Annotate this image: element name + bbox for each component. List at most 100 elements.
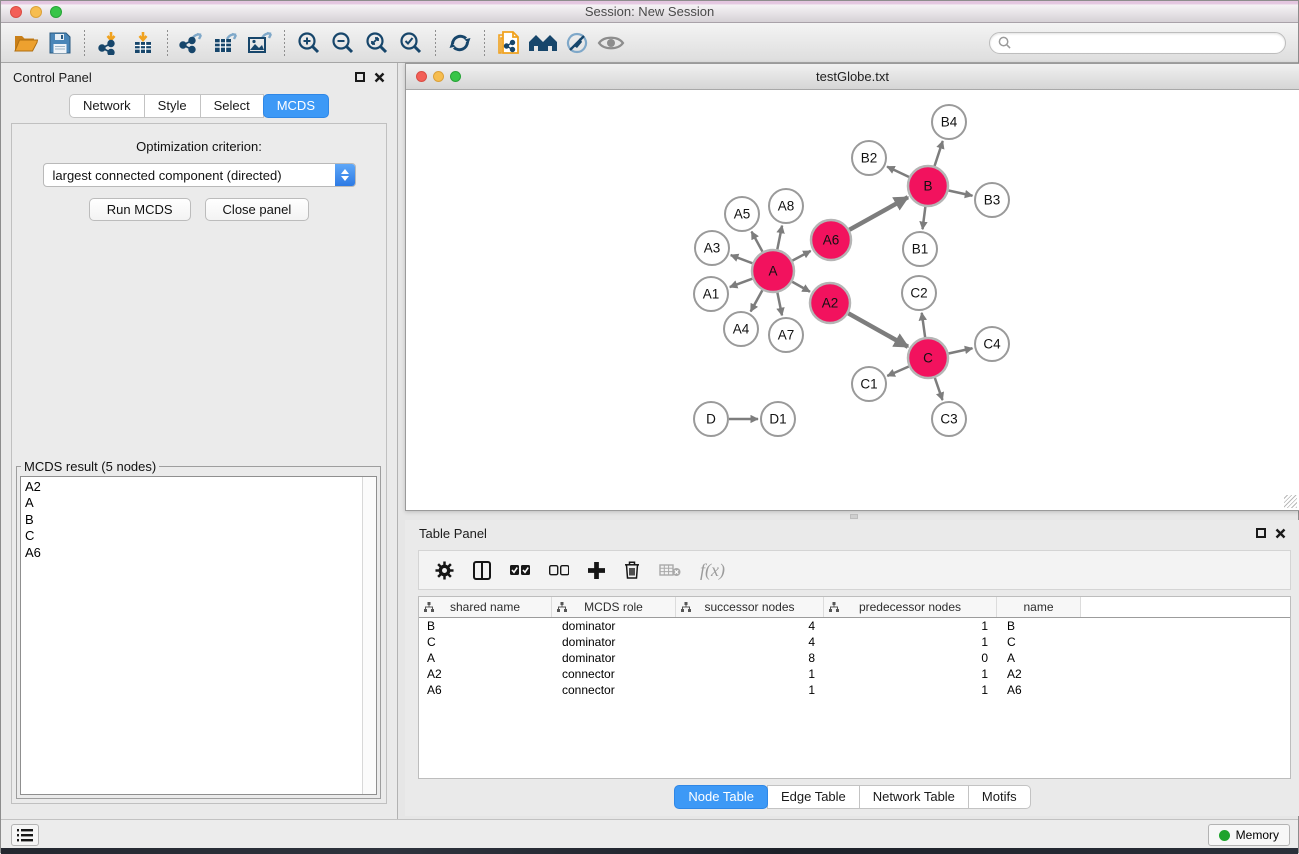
table-row[interactable]: Bdominator41B [419,618,1290,634]
graph-node[interactable]: B [908,166,948,206]
column-header-successor-nodes[interactable]: successor nodes [676,597,824,617]
graph-node[interactable]: A3 [695,231,729,265]
tab-motifs[interactable]: Motifs [968,785,1031,809]
tab-mcds[interactable]: MCDS [263,94,329,118]
graph-edge[interactable] [949,348,973,353]
split-divider-handle[interactable] [850,514,858,519]
graph-node[interactable]: A5 [725,197,759,231]
export-table-button[interactable] [209,27,243,59]
graph-node[interactable]: D1 [761,402,795,436]
graph-edge[interactable] [730,279,753,287]
export-network-button[interactable] [175,27,209,59]
deselect-all-columns-button[interactable] [549,565,569,576]
table-cell[interactable]: 1 [824,666,997,682]
mcds-result-item[interactable]: C [25,528,362,544]
float-table-panel-icon[interactable] [1256,528,1266,538]
table-row[interactable]: A2connector11A2 [419,666,1290,682]
hide-visual-mapping-button[interactable] [560,27,594,59]
table-cell[interactable]: C [997,634,1081,650]
graph-node[interactable]: A1 [694,277,728,311]
graph-node[interactable]: A2 [810,283,850,323]
graph-edge[interactable] [949,190,973,195]
table-cell[interactable]: A [419,650,552,666]
graph-node[interactable]: C1 [852,367,886,401]
graph-edge[interactable] [792,251,810,261]
graph-node[interactable]: A6 [811,220,851,260]
graph-node[interactable]: A7 [769,318,803,352]
graph-node[interactable]: B2 [852,141,886,175]
mcds-result-item[interactable]: A6 [25,545,362,561]
import-network-button[interactable] [92,27,126,59]
delete-column-button[interactable] [624,561,640,579]
delete-table-button[interactable] [659,563,681,577]
open-session-button[interactable] [9,27,43,59]
mcds-result-item[interactable]: A2 [25,479,362,495]
table-cell[interactable]: A6 [419,682,552,698]
graph-edge[interactable] [751,290,763,311]
graph-node[interactable]: A8 [769,189,803,223]
table-row[interactable]: A6connector11A6 [419,682,1290,698]
table-cell[interactable]: dominator [552,618,676,634]
function-builder-button[interactable]: f(x) [700,560,725,581]
graph-node[interactable]: C4 [975,327,1009,361]
table-settings-button[interactable] [435,561,454,580]
tab-network[interactable]: Network [69,94,145,118]
graph-edge[interactable] [848,313,908,346]
table-cell[interactable]: dominator [552,650,676,666]
mcds-result-item[interactable]: B [25,512,362,528]
graph-edge[interactable] [935,141,943,166]
tab-style[interactable]: Style [144,94,201,118]
graph-node[interactable]: D [694,402,728,436]
graph-node[interactable]: C3 [932,402,966,436]
table-cell[interactable]: 1 [824,618,997,634]
mcds-list-scrollbar[interactable] [362,477,376,794]
import-table-button[interactable] [126,27,160,59]
graph-edge[interactable] [887,366,908,375]
search-input[interactable] [1016,35,1277,50]
graph-node[interactable]: B4 [932,105,966,139]
tab-node-table[interactable]: Node Table [674,785,768,809]
save-session-button[interactable] [43,27,77,59]
tab-select[interactable]: Select [200,94,264,118]
table-cell[interactable]: A2 [419,666,552,682]
table-cell[interactable]: 4 [676,618,824,634]
select-all-columns-button[interactable] [510,565,530,576]
graph-edge[interactable] [887,167,909,177]
export-image-button[interactable] [243,27,277,59]
table-cell[interactable]: A [997,650,1081,666]
tab-network-table[interactable]: Network Table [859,785,969,809]
add-column-button[interactable] [588,562,605,579]
graph-edge[interactable] [922,313,925,337]
column-layout-button[interactable] [473,561,491,580]
table-cell[interactable]: 1 [824,634,997,650]
table-cell[interactable]: 4 [676,634,824,650]
column-header-shared-name[interactable]: shared name [419,597,552,617]
home-button[interactable] [526,27,560,59]
zoom-in-button[interactable] [292,27,326,59]
window-resize-grip[interactable] [1284,495,1297,508]
close-panel-icon[interactable] [374,72,385,83]
graph-node[interactable]: C [908,338,948,378]
table-cell[interactable]: 1 [824,682,997,698]
table-cell[interactable]: dominator [552,634,676,650]
table-cell[interactable]: 8 [676,650,824,666]
show-eye-button[interactable] [594,27,628,59]
table-row[interactable]: Cdominator41C [419,634,1290,650]
table-cell[interactable]: connector [552,682,676,698]
zoom-fit-button[interactable] [360,27,394,59]
graph-node[interactable]: C2 [902,276,936,310]
graph-node[interactable]: B1 [903,232,937,266]
table-cell[interactable]: C [419,634,552,650]
close-table-panel-icon[interactable] [1275,528,1286,539]
zoom-out-button[interactable] [326,27,360,59]
table-cell[interactable]: 1 [676,666,824,682]
table-cell[interactable]: connector [552,666,676,682]
graph-edge[interactable] [935,378,943,400]
table-cell[interactable]: 0 [824,650,997,666]
run-mcds-button[interactable]: Run MCDS [89,198,191,221]
zoom-selected-button[interactable] [394,27,428,59]
panel-menu-button[interactable] [11,824,39,846]
graph-edge[interactable] [792,282,810,292]
column-header-predecessor-nodes[interactable]: predecessor nodes [824,597,997,617]
tab-edge-table[interactable]: Edge Table [767,785,860,809]
